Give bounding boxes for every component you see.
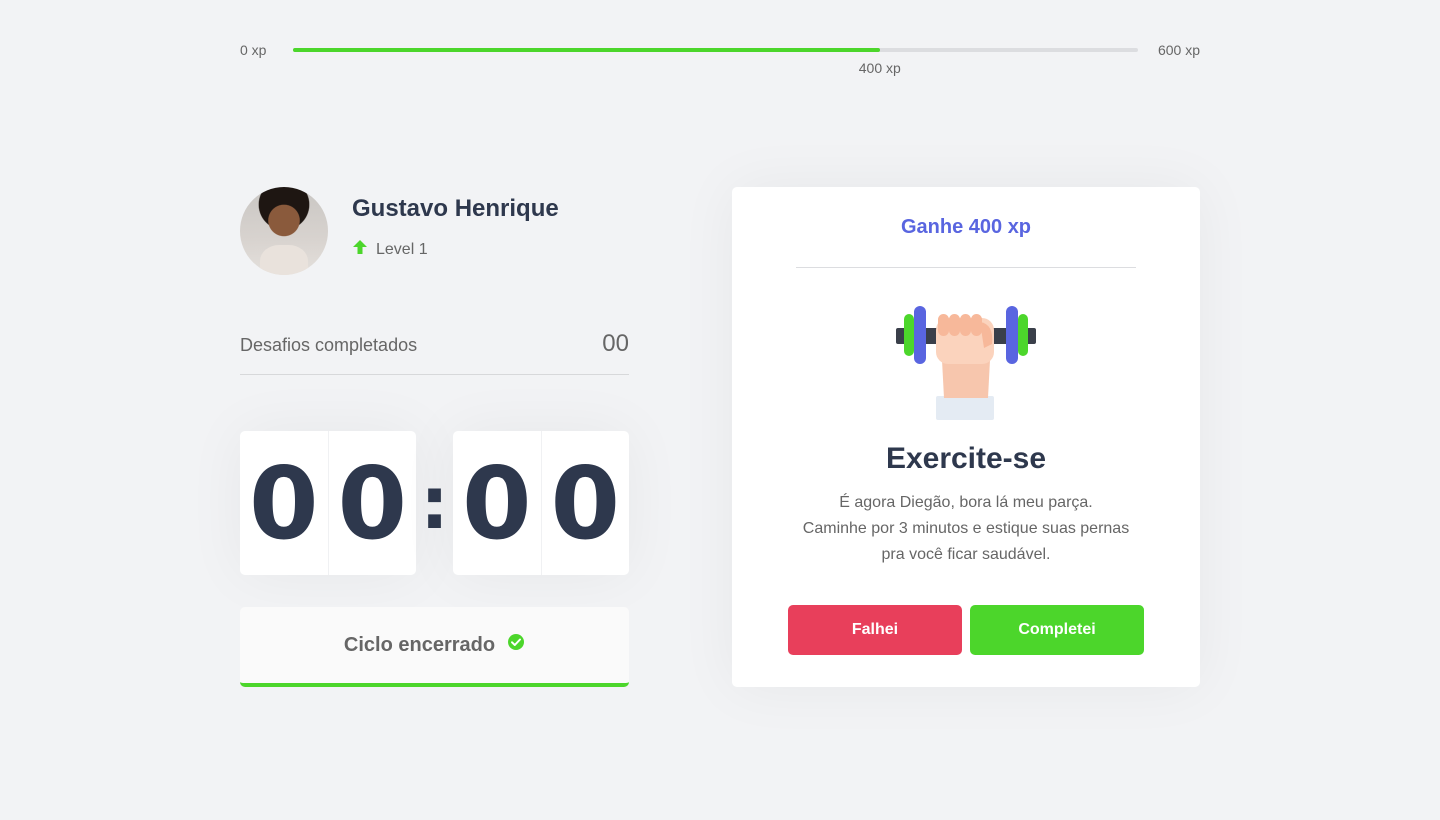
challenge-card: Ganhe 400 xp Exercite-se É agora Diegão, [732,187,1200,687]
second-digit-left: 0 [461,444,532,562]
countdown-separator: : [420,461,449,545]
xp-track [293,48,1138,52]
arrow-up-icon [352,239,368,260]
cycle-button-label: Ciclo encerrado [343,633,496,656]
description-line: Caminhe por 3 minutos e estique suas per… [802,520,1130,537]
challenge-card-header: Ganhe 400 xp [796,187,1136,268]
experience-bar: 0 xp 400 xp 600 xp [240,38,1200,78]
completed-challenges-count: 00 [602,330,629,357]
profile-name: Gustavo Henrique [352,195,559,222]
challenge-description: É agora Diegão, bora lá meu parça. Camin… [732,490,1200,568]
cycle-ended-button[interactable]: Ciclo encerrado [240,607,629,687]
minute-digit-left: 0 [248,444,319,562]
countdown: 0 0 : 0 0 [240,431,629,575]
profile: Gustavo Henrique Level 1 [240,187,629,275]
avatar [240,187,328,275]
xp-min-label: 0 xp [240,42,267,58]
seconds-box: 0 0 [453,431,629,575]
description-line: É agora Diegão, bora lá meu parça. [839,494,1093,511]
challenge-title: Exercite-se [885,442,1047,475]
minutes-box: 0 0 [240,431,416,575]
profile-level: Level 1 [352,239,428,260]
dumbbell-hand-icon [894,300,1038,420]
completed-button[interactable]: Completei [970,605,1144,655]
xp-max-label: 600 xp [1157,42,1200,58]
minute-digit-right: 0 [327,431,417,575]
second-digit-right: 0 [540,431,630,575]
completed-challenges-label: Desafios completados [240,335,418,355]
check-circle-icon [507,633,525,657]
xp-current-label: 400 xp [858,60,901,76]
level-label: Level 1 [376,240,428,258]
xp-fill [293,48,880,52]
failed-button[interactable]: Falhei [788,605,962,655]
description-line: pra você ficar saudável. [881,546,1051,563]
completed-challenges: Desafios completados 00 [240,330,629,375]
